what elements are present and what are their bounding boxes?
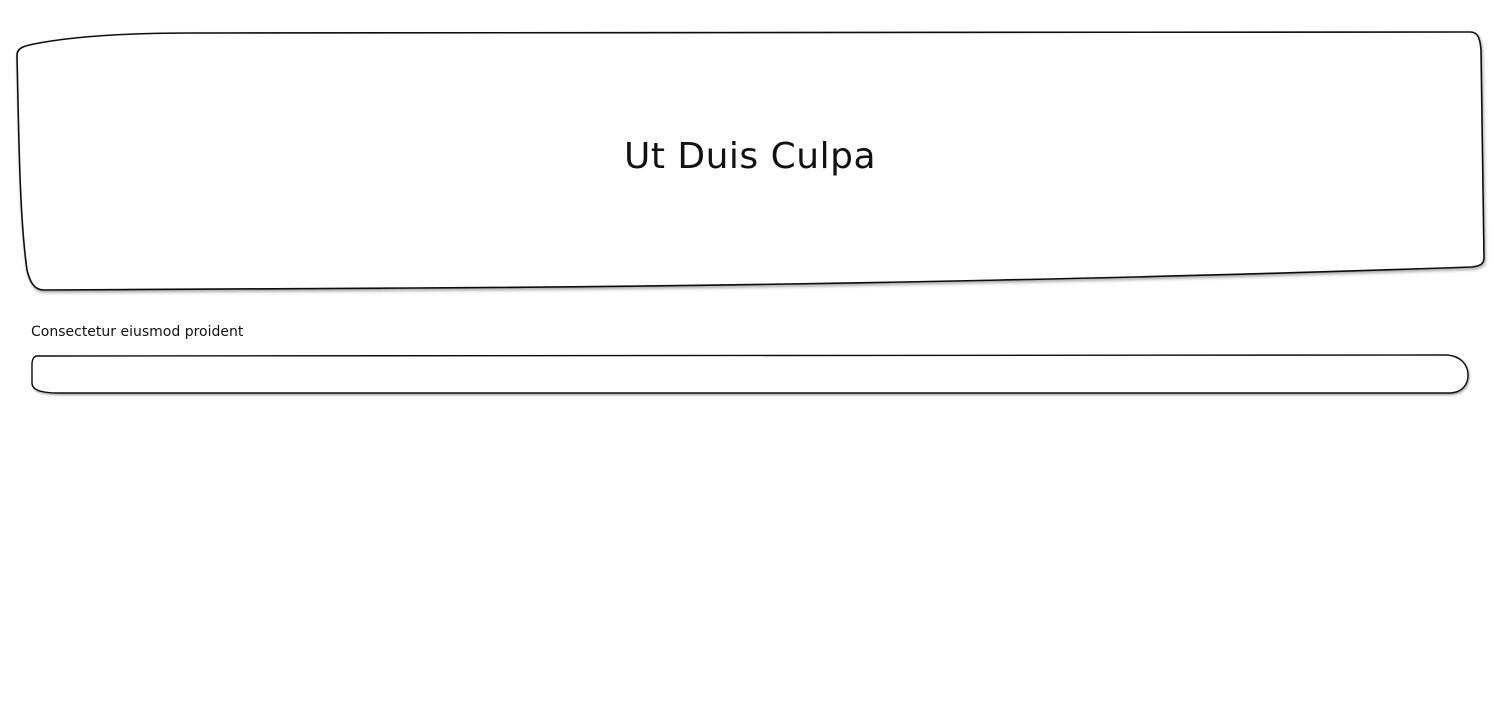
header-card: Ut Duis Culpa — [14, 30, 1486, 294]
text-field — [29, 353, 1471, 395]
page-title: Ut Duis Culpa — [623, 135, 876, 177]
text-input[interactable] — [37, 357, 1457, 389]
field-label: Consectetur eiusmod proident — [31, 324, 244, 340]
